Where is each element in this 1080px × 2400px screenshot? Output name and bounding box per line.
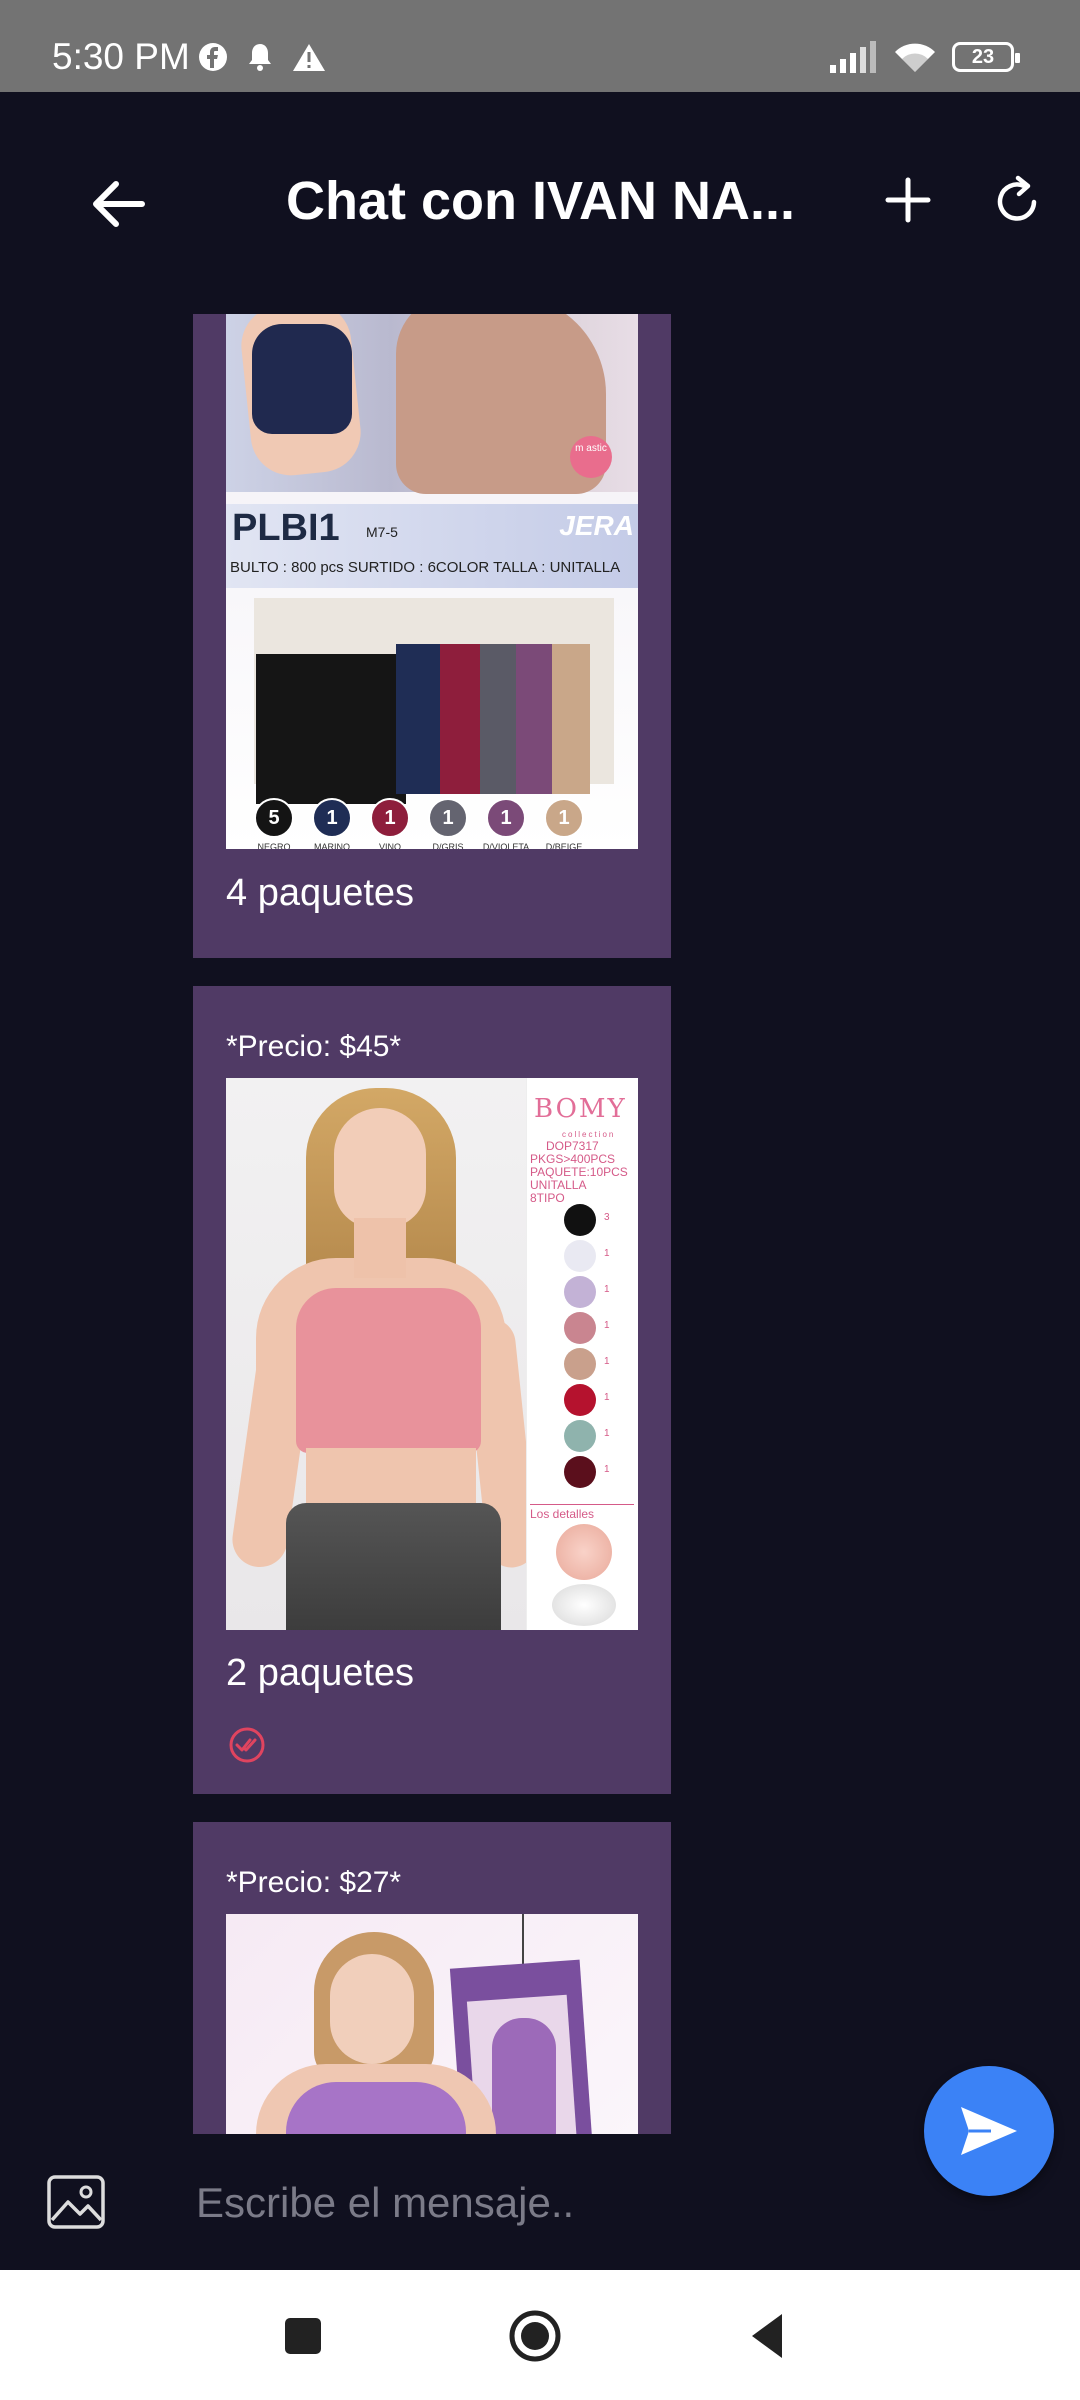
price-caption: *Precio: $27* (226, 1866, 402, 1899)
color-label: VINO (378, 842, 401, 849)
chat-header: Chat con IVAN NA... (0, 92, 1080, 314)
color-swatch (564, 1420, 596, 1452)
color-count-dot: 1 (544, 798, 584, 838)
swatch-count: 1 (604, 1356, 610, 1367)
purple-tank-top (286, 2082, 466, 2134)
circle-icon[interactable] (505, 2306, 565, 2366)
color-label: NEGRO (257, 842, 291, 849)
product-brand: JERA (559, 510, 634, 541)
status-icons-left (198, 42, 326, 72)
signal-icon (830, 41, 876, 73)
product-code: PLBI1 (232, 507, 340, 549)
product-model: M7-5 (366, 524, 398, 540)
color-swatch (564, 1204, 596, 1236)
plus-icon[interactable] (880, 172, 936, 228)
product-image[interactable]: m astic PLBI1 M7-5 JERA BULTO : 800 pcs … (226, 314, 638, 849)
swatch-count: 1 (604, 1284, 610, 1295)
swatch-count: 1 (604, 1464, 610, 1475)
color-swatch (564, 1348, 596, 1380)
swatch-count: 3 (604, 1212, 610, 1223)
swatch-count: 1 (604, 1428, 610, 1439)
bomy-brand: BOMY (534, 1094, 627, 1124)
color-count-dot: 1 (312, 798, 352, 838)
fabric-beige (552, 644, 590, 794)
facebook-icon (199, 43, 227, 71)
message-bubble[interactable]: *Precio: $45* BOMY collection DOP7317 PK… (193, 986, 671, 1794)
message-bubble[interactable]: m astic PLBI1 M7-5 JERA BULTO : 800 pcs … (193, 314, 671, 958)
color-label: D/GRIS (432, 842, 464, 849)
status-time: 5:30 PM (52, 36, 190, 77)
message-input-bar (0, 2134, 1080, 2270)
status-icons-right: 23 (828, 40, 1020, 74)
square-icon[interactable] (273, 2306, 333, 2366)
model-neck (354, 1218, 406, 1278)
model-waist (306, 1448, 476, 1508)
color-label: D/VIOLETA (482, 842, 530, 849)
color-swatch (564, 1240, 596, 1272)
message-bubble[interactable]: *Precio: $27* (193, 1822, 671, 2134)
bell-icon (249, 44, 271, 71)
swatch-count: 1 (604, 1320, 610, 1331)
product-specs: BULTO : 800 pcs SURTIDO : 6COLOR TALLA :… (230, 559, 621, 576)
color-count-dot: 1 (486, 798, 526, 838)
spec-line: 8TIPO (530, 1191, 565, 1205)
detail-photo-pad (552, 1584, 616, 1626)
swatch-count: 1 (604, 1392, 610, 1403)
shorts-photo (252, 324, 352, 434)
refresh-icon[interactable] (988, 172, 1046, 230)
color-swatch (564, 1276, 596, 1308)
price-caption: *Precio: $45* (226, 1030, 402, 1063)
color-swatch (564, 1312, 596, 1344)
tag-string (522, 1914, 524, 1966)
chat-messages[interactable]: m astic PLBI1 M7-5 JERA BULTO : 800 pcs … (0, 314, 1080, 2134)
double-check-icon (229, 1727, 265, 1763)
color-count-dot: 1 (428, 798, 468, 838)
color-label: MARINO (314, 842, 350, 849)
color-swatch (564, 1384, 596, 1416)
message-text: 4 paquetes (226, 872, 415, 914)
send-button[interactable] (924, 2066, 1054, 2196)
color-label: D/BEIGE (545, 842, 583, 849)
product-image[interactable] (226, 1914, 638, 2134)
status-bar: 5:30 PM 23 (0, 0, 1080, 92)
system-nav-bar (0, 2270, 1080, 2400)
hang-tag-model (492, 2018, 556, 2134)
battery-icon: 23 (952, 42, 1020, 72)
wifi-icon (895, 43, 935, 72)
pink-tank-top (296, 1288, 481, 1453)
chat-title: Chat con IVAN NA... (286, 171, 796, 231)
model-face (330, 1954, 414, 2064)
fabric-navy (396, 644, 446, 794)
product-image[interactable]: BOMY collection DOP7317 PKGS>400PCS PAQU… (226, 1078, 638, 1630)
model-face (334, 1108, 426, 1228)
details-label: Los detalles (530, 1504, 634, 1521)
image-icon[interactable] (46, 2174, 106, 2230)
triangle-back-icon[interactable] (738, 2306, 798, 2366)
color-count-dot: 5 (254, 798, 294, 838)
arrow-left-icon[interactable] (88, 174, 148, 234)
warning-icon (293, 44, 325, 71)
color-swatch (564, 1456, 596, 1488)
fabric-black (256, 654, 406, 804)
message-text: 2 paquetes (226, 1652, 415, 1694)
brand-stamp: m astic (570, 436, 612, 478)
swatch-count: 1 (604, 1248, 610, 1259)
message-input[interactable] (196, 2168, 896, 2238)
jeans (286, 1503, 501, 1630)
detail-photo (556, 1524, 612, 1580)
color-count-dot: 1 (370, 798, 410, 838)
battery-level: 23 (971, 45, 995, 68)
send-icon (961, 2107, 1017, 2155)
